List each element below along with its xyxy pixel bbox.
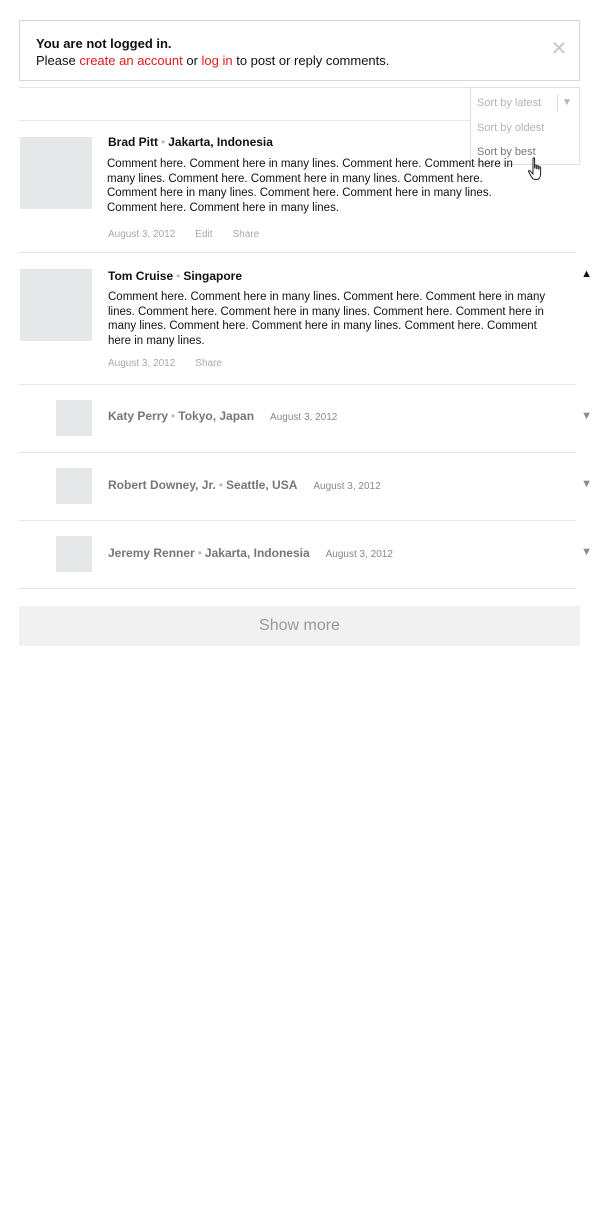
avatar bbox=[56, 468, 92, 504]
author-name: Tom Cruise bbox=[108, 269, 174, 283]
sort-option-latest[interactable]: Sort by latest bbox=[477, 97, 541, 109]
author-name: Jeremy Renner bbox=[108, 546, 195, 560]
sort-option-oldest[interactable]: Sort by oldest bbox=[477, 122, 544, 134]
author-location: Singapore bbox=[183, 269, 243, 283]
reply-divider bbox=[19, 520, 576, 521]
avatar bbox=[56, 400, 92, 436]
avatar bbox=[56, 536, 92, 572]
hand-cursor-icon bbox=[527, 157, 542, 180]
dot-separator: • bbox=[197, 546, 202, 560]
dot-separator: • bbox=[171, 409, 176, 423]
reply-author[interactable]: Jeremy Renner • Jakarta, Indonesia August 3… bbox=[108, 546, 393, 560]
comment-date: August 3, 2012 bbox=[108, 358, 176, 369]
dot-separator: • bbox=[161, 135, 166, 149]
reply-author[interactable]: Robert Downey, Jr. • Seattle, USA August 3,… bbox=[108, 478, 381, 492]
collapse-arrow-icon[interactable]: ▲ bbox=[581, 268, 592, 280]
dot-separator: • bbox=[218, 478, 224, 492]
reply-date: August 3, 2012 bbox=[270, 412, 338, 423]
notice-text-middle: or bbox=[182, 53, 202, 68]
reply-divider bbox=[19, 588, 576, 589]
notice-text: Please create an account or log in to po… bbox=[36, 53, 389, 68]
sort-bar-bottom-line bbox=[19, 120, 471, 121]
avatar bbox=[20, 269, 92, 341]
reply-author[interactable]: Katy Perry • Tokyo, Japan August 3, 2012 bbox=[108, 409, 337, 423]
comment-divider bbox=[19, 384, 576, 385]
reply-date: August 3, 2012 bbox=[313, 481, 381, 492]
sort-separator bbox=[557, 94, 558, 112]
expand-arrow-icon[interactable]: ▼ bbox=[581, 478, 592, 490]
author-location: Tokyo, Japan bbox=[178, 409, 255, 423]
comment-date: August 3, 2012 bbox=[108, 229, 176, 240]
avatar bbox=[20, 137, 92, 209]
author-name: Robert Downey, Jr. bbox=[108, 478, 216, 492]
author-location: Jakarta, Indonesia bbox=[204, 546, 310, 560]
comment-meta: August 3, 2012 Share bbox=[108, 358, 242, 369]
close-icon[interactable]: ✕ bbox=[550, 39, 568, 59]
login-link[interactable]: log in bbox=[202, 53, 233, 68]
comment-meta: August 3, 2012 Edit Share bbox=[108, 229, 279, 240]
share-link[interactable]: Share bbox=[233, 229, 260, 240]
comment-body: Comment here. Comment here in many lines… bbox=[107, 158, 513, 214]
author-location: Seattle, USA bbox=[226, 478, 298, 492]
chevron-down-icon[interactable]: ▼ bbox=[562, 97, 572, 108]
expand-arrow-icon[interactable]: ▼ bbox=[581, 546, 592, 558]
login-notice: You are not logged in. Please create an … bbox=[19, 20, 580, 81]
author-location: Jakarta, Indonesia bbox=[168, 135, 273, 149]
edit-link[interactable]: Edit bbox=[195, 229, 212, 240]
notice-text-after: to post or reply comments. bbox=[232, 53, 390, 68]
show-more-button[interactable]: Show more bbox=[19, 606, 580, 646]
comment-author: Brad Pitt • Jakarta, Indonesia bbox=[108, 135, 273, 149]
author-name: Brad Pitt bbox=[108, 135, 159, 149]
comment-author: Tom Cruise • Singapore bbox=[108, 269, 242, 283]
notice-title: You are not logged in. bbox=[36, 36, 172, 51]
notice-text-before: Please bbox=[36, 53, 80, 68]
comment-body: Comment here. Comment here in many lines… bbox=[108, 291, 546, 347]
comment-divider bbox=[19, 252, 576, 253]
author-name: Katy Perry bbox=[108, 409, 169, 423]
share-link[interactable]: Share bbox=[195, 358, 222, 369]
reply-divider bbox=[19, 452, 576, 453]
sort-dropdown[interactable]: Sort by latest ▼ Sort by oldest Sort by … bbox=[470, 87, 580, 165]
dot-separator: • bbox=[176, 269, 181, 283]
create-account-link[interactable]: create an account bbox=[79, 53, 182, 68]
reply-date: August 3, 2012 bbox=[325, 549, 393, 560]
expand-arrow-icon[interactable]: ▼ bbox=[581, 410, 592, 422]
